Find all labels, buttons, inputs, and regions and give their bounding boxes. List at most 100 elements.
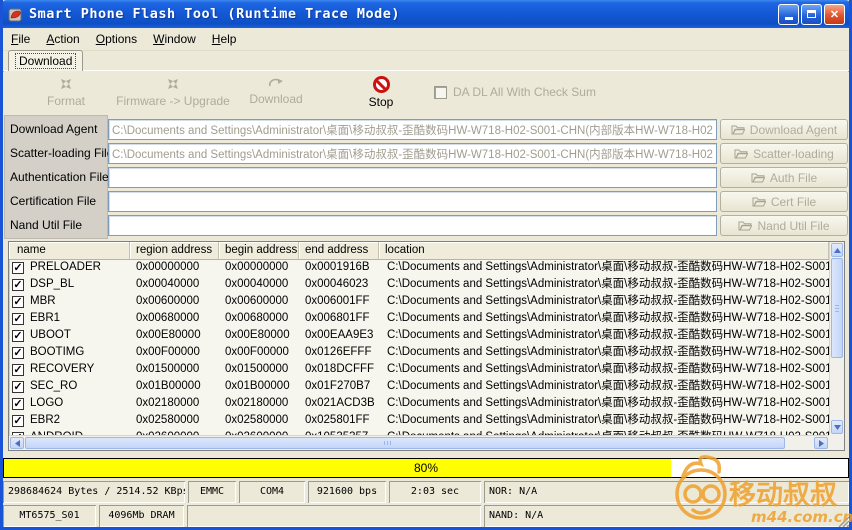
authentication-file-input[interactable] — [108, 167, 717, 188]
row-end: 0x006801FF — [299, 310, 379, 327]
status-bar-row2: MT6575_S01 4096Mb DRAM NAND: N/A — [3, 505, 849, 527]
table-row[interactable]: RECOVERY 0x01500000 0x01500000 0x018DCFF… — [9, 361, 829, 378]
header-end-address[interactable]: end address — [299, 242, 379, 259]
header-begin-address[interactable]: begin address — [219, 242, 299, 259]
file-panel: Download Agent Download Agent Scatter-lo… — [4, 115, 848, 239]
stop-icon — [373, 76, 390, 93]
header-location[interactable]: location — [379, 242, 829, 259]
status-com-port: COM4 — [239, 481, 305, 503]
format-button[interactable]: Format — [34, 76, 98, 108]
da-dl-checksum-label: DA DL All With Check Sum — [453, 85, 596, 99]
download-button[interactable]: Download — [236, 76, 316, 106]
table-row[interactable]: EBR1 0x00680000 0x00680000 0x006801FF C:… — [9, 310, 829, 327]
row-name: LOGO — [30, 395, 63, 412]
row-checkbox[interactable] — [12, 415, 24, 427]
row-begin: 0x00E80000 — [219, 327, 299, 344]
menu-options[interactable]: Options — [88, 30, 145, 48]
row-checkbox[interactable] — [12, 347, 24, 359]
scatter-loading-input[interactable] — [108, 143, 717, 164]
table-row[interactable]: PRELOADER 0x00000000 0x00000000 0x000191… — [9, 259, 829, 276]
auth-file-browse-button[interactable]: Auth File — [720, 167, 848, 188]
row-name: SEC_RO — [30, 378, 77, 395]
minimize-button[interactable] — [778, 4, 799, 25]
table-row[interactable]: DSP_BL 0x00040000 0x00040000 0x00046023 … — [9, 276, 829, 293]
row-checkbox[interactable] — [12, 330, 24, 342]
row-checkbox[interactable] — [12, 296, 24, 308]
table-row[interactable]: UBOOT 0x00E80000 0x00E80000 0x00EAA9E3 C… — [9, 327, 829, 344]
format-icon — [58, 76, 74, 92]
status-nand-flash: NAND: N/A — [484, 505, 849, 527]
scatter-loading-browse-button[interactable]: Scatter-loading — [720, 143, 848, 164]
row-location: C:\Documents and Settings\Administrator\… — [379, 293, 829, 310]
arrow-up-icon — [834, 248, 841, 253]
folder-icon — [731, 124, 745, 135]
row-end: 0x021ACD3B — [299, 395, 379, 412]
row-region: 0x00600000 — [130, 293, 219, 310]
partition-table: name region address begin address end ad… — [8, 241, 845, 451]
row-region: 0x02180000 — [130, 395, 219, 412]
row-name: RECOVERY — [30, 361, 94, 378]
status-chipset: MT6575_S01 — [3, 505, 96, 527]
download-agent-input[interactable] — [108, 119, 717, 140]
row-region: 0x00000000 — [130, 259, 219, 276]
header-region-address[interactable]: region address — [130, 242, 219, 259]
vertical-scroll-thumb[interactable] — [831, 258, 843, 358]
resize-grip[interactable] — [836, 514, 849, 527]
table-row[interactable]: LOGO 0x02180000 0x02180000 0x021ACD3B C:… — [9, 395, 829, 412]
status-nor-flash: NOR: N/A — [484, 481, 849, 503]
table-row[interactable]: MBR 0x00600000 0x00600000 0x006001FF C:\… — [9, 293, 829, 310]
row-end: 0x0001916B — [299, 259, 379, 276]
row-location: C:\Documents and Settings\Administrator\… — [379, 276, 829, 293]
row-end: 0x018DCFFF — [299, 361, 379, 378]
horizontal-scroll-thumb[interactable] — [25, 437, 785, 449]
maximize-button[interactable] — [801, 4, 822, 25]
title-bar: Smart Phone Flash Tool (Runtime Trace Mo… — [0, 0, 852, 28]
scroll-left-button[interactable] — [10, 437, 24, 449]
header-name[interactable]: name — [9, 242, 130, 259]
row-checkbox[interactable] — [12, 364, 24, 376]
nand-util-file-row: Nand Util File Nand Util File — [4, 215, 848, 237]
scatter-loading-label: Scatter-loading File — [10, 146, 113, 160]
download-agent-label: Download Agent — [10, 122, 97, 136]
firmware-upgrade-button[interactable]: Firmware -> Upgrade — [108, 76, 238, 108]
row-checkbox[interactable] — [12, 262, 24, 274]
vertical-scrollbar[interactable] — [829, 242, 844, 435]
close-button[interactable]: ✕ — [824, 4, 845, 25]
table-row[interactable]: EBR2 0x02580000 0x02580000 0x025801FF C:… — [9, 412, 829, 429]
menu-file[interactable]: File — [3, 30, 38, 48]
download-agent-browse-button[interactable]: Download Agent — [720, 119, 848, 140]
row-checkbox[interactable] — [12, 279, 24, 291]
auth-file-browse-label: Auth File — [770, 171, 817, 185]
row-name: EBR1 — [30, 310, 60, 327]
scroll-down-button[interactable] — [831, 420, 843, 434]
horizontal-scrollbar[interactable] — [9, 435, 829, 450]
row-location: C:\Documents and Settings\Administrator\… — [379, 361, 829, 378]
scroll-up-button[interactable] — [831, 243, 843, 257]
scroll-right-button[interactable] — [814, 437, 828, 449]
cert-file-browse-button[interactable]: Cert File — [720, 191, 848, 212]
da-dl-checksum-checkbox[interactable] — [434, 86, 447, 99]
menu-action[interactable]: Action — [38, 30, 87, 48]
row-begin: 0x01B00000 — [219, 378, 299, 395]
row-checkbox[interactable] — [12, 313, 24, 325]
table-row[interactable]: SEC_RO 0x01B00000 0x01B00000 0x01F270B7 … — [9, 378, 829, 395]
arrow-left-icon — [15, 440, 20, 447]
row-end: 0x01F270B7 — [299, 378, 379, 395]
row-end: 0x0126EFFF — [299, 344, 379, 361]
row-location: C:\Documents and Settings\Administrator\… — [379, 259, 829, 276]
stop-button[interactable]: Stop — [356, 76, 406, 109]
arrow-down-icon — [834, 425, 841, 430]
row-region: 0x01B00000 — [130, 378, 219, 395]
scrollbar-corner — [829, 435, 844, 450]
download-agent-row: Download Agent Download Agent — [4, 119, 848, 141]
menu-help[interactable]: Help — [204, 30, 245, 48]
row-checkbox[interactable] — [12, 381, 24, 393]
table-row[interactable]: BOOTIMG 0x00F00000 0x00F00000 0x0126EFFF… — [9, 344, 829, 361]
tab-download[interactable]: Download — [8, 50, 83, 71]
status-baud-rate: 921600 bps — [308, 481, 386, 503]
nand-util-browse-button[interactable]: Nand Util File — [720, 215, 848, 236]
row-checkbox[interactable] — [12, 398, 24, 410]
menu-window[interactable]: Window — [145, 30, 204, 48]
nand-util-file-input[interactable] — [108, 215, 717, 236]
certification-file-input[interactable] — [108, 191, 717, 212]
